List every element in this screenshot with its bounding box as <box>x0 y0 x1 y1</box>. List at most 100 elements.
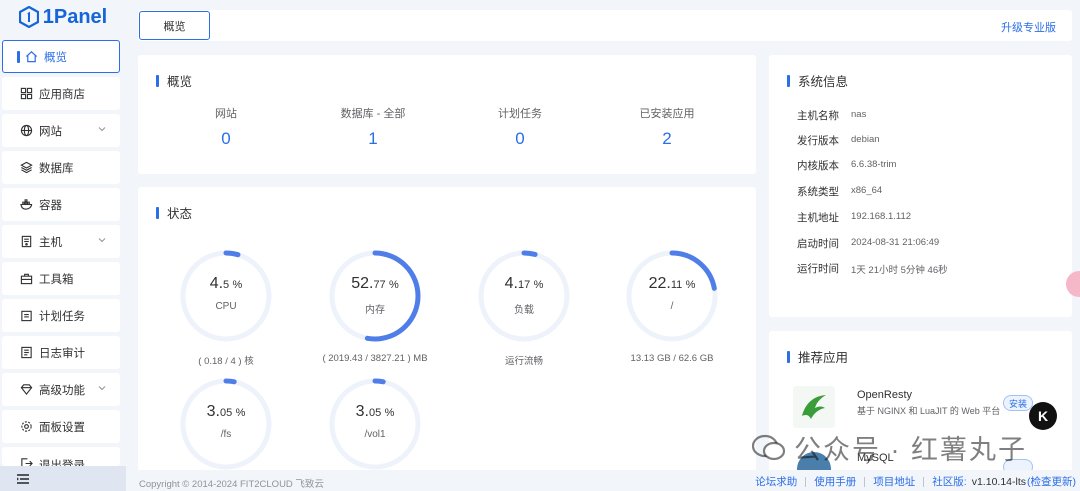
overview-websites[interactable]: 网站 0 <box>166 105 286 149</box>
sys-value: 192.168.1.112 <box>851 211 912 222</box>
overview-title-text: 概览 <box>167 75 193 89</box>
sidebar-item-label: 计划任务 <box>39 310 85 323</box>
gauge-ring <box>478 250 570 342</box>
sys-row-arch: 系统类型 x86_64 <box>797 184 882 199</box>
manual-link[interactable]: 使用手册 <box>806 474 864 489</box>
disk-root-gauge: 22.11 % / <box>624 248 720 344</box>
log-icon <box>21 346 32 359</box>
wechat-icon <box>752 434 786 460</box>
load-detail: 运行流畅 <box>504 356 543 367</box>
sys-key: 系统类型 <box>797 186 839 198</box>
upgrade-link[interactable]: 升级专业版 <box>1001 19 1056 35</box>
disk-root-detail: 13.13 GB / 62.6 GB <box>630 353 714 364</box>
logout-icon <box>21 458 33 466</box>
overview-label: 已安装应用 <box>639 108 695 120</box>
title-bar <box>156 74 159 87</box>
sidebar-item-logout[interactable]: 退出登录 <box>2 447 120 466</box>
sys-value: nas <box>851 109 867 120</box>
diamond-icon <box>20 384 33 396</box>
tab-overview[interactable]: 概览 <box>139 11 210 40</box>
brand-logo[interactable]: 1Panel <box>0 0 126 34</box>
community-edition-label: 社区版: <box>932 476 967 488</box>
chevron-down-icon <box>98 127 106 132</box>
gauge-label: /fs <box>220 429 232 440</box>
install-button[interactable]: 安装 <box>1003 395 1033 411</box>
gauge-value: 4.5 % <box>209 275 243 292</box>
gauge-track <box>180 378 272 470</box>
sys-row-hostname: 主机名称 nas <box>797 108 866 123</box>
sys-value: x86_64 <box>851 185 883 196</box>
system-info-card: 系统信息 主机名称 nas 发行版本 debian 内核版本 6.6.38-trim … <box>769 55 1072 317</box>
sidebar-item-label: 工具箱 <box>39 273 74 286</box>
overview-value[interactable]: 1 <box>313 129 433 149</box>
sidebar-item-advanced[interactable]: 高级功能 <box>2 373 120 406</box>
sidebar-item-label: 网站 <box>39 125 62 138</box>
sidebar-item-app-store[interactable]: 应用商店 <box>2 77 120 110</box>
overview-title: 概览 <box>156 71 192 90</box>
overview-value[interactable]: 2 <box>607 129 727 149</box>
gauge-ring <box>329 378 421 470</box>
sidebar-item-label: 高级功能 <box>39 384 85 397</box>
sidebar-item-database[interactable]: 数据库 <box>2 151 120 184</box>
sidebar-item-cron[interactable]: 计划任务 <box>2 299 120 332</box>
gauge-ring <box>626 250 718 342</box>
sidebar-item-label: 面板设置 <box>39 421 85 434</box>
overview-value[interactable]: 0 <box>460 129 580 149</box>
sidebar-item-host[interactable]: 主机 <box>2 225 120 258</box>
sys-key: 主机名称 <box>797 110 839 122</box>
sidebar-item-toolbox[interactable]: 工具箱 <box>2 262 120 295</box>
sidebar-item-settings[interactable]: 面板设置 <box>2 410 120 443</box>
app-description: 基于 NGINX 和 LuaJIT 的 Web 平台 <box>857 406 1001 416</box>
sys-key: 主机地址 <box>797 212 839 224</box>
menu-collapse-icon <box>17 473 29 484</box>
gauge-label: / <box>670 301 674 312</box>
toolbox-icon <box>20 273 33 285</box>
gauge-value: 52.77 % <box>351 275 399 292</box>
title-bar <box>156 206 159 219</box>
brand-name: 1Panel <box>42 5 108 28</box>
sidebar-item-label: 数据库 <box>39 162 74 175</box>
disk-vol1-gauge: 3.05 % /vol1 <box>327 376 423 472</box>
gauge-label: CPU <box>215 301 237 312</box>
sys-key: 启动时间 <box>797 238 839 250</box>
forum-link[interactable]: 论坛求助 <box>747 474 805 489</box>
overview-cron-tasks[interactable]: 计划任务 0 <box>460 105 580 149</box>
footer-links: 论坛求助 使用手册 项目地址 社区版: v1.10.14-lts (检查更新) <box>747 474 1076 489</box>
overview-databases[interactable]: 数据库 - 全部 1 <box>313 105 433 149</box>
system-info-title-text: 系统信息 <box>798 75 849 89</box>
system-info-title: 系统信息 <box>787 71 848 90</box>
footer: Copyright © 2014-2024 FIT2CLOUD 飞致云 论坛求助… <box>126 470 1080 491</box>
sys-value: 6.6.38-trim <box>851 159 897 170</box>
memory-detail: ( 2019.43 / 3827.21 ) MB <box>322 353 428 364</box>
status-title-text: 状态 <box>167 207 193 221</box>
project-link[interactable]: 项目地址 <box>865 474 923 489</box>
overview-label: 网站 <box>215 108 237 120</box>
sys-key: 发行版本 <box>797 135 839 147</box>
gauge-label: 内存 <box>365 305 385 316</box>
sys-row-address: 主机地址 192.168.1.112 <box>797 210 911 225</box>
watermark: 公众号 · 红薯丸子 <box>752 428 1027 467</box>
k-avatar-badge: K <box>1029 402 1057 430</box>
overview-card: 概览 网站 0 数据库 - 全部 1 计划任务 0 已安装应用 2 <box>138 55 756 174</box>
sidebar-item-container[interactable]: 容器 <box>2 188 120 221</box>
overview-installed-apps[interactable]: 已安装应用 2 <box>607 105 727 149</box>
logo-icon <box>18 6 39 28</box>
gauge-value: 22.11 % <box>648 275 696 292</box>
collapse-sidebar-button[interactable] <box>0 466 126 491</box>
sidebar-item-label: 日志审计 <box>39 347 85 360</box>
sidebar-item-logs[interactable]: 日志审计 <box>2 336 120 369</box>
chevron-down-icon <box>98 386 106 391</box>
disk-fs-gauge: 3.05 % /fs <box>178 376 274 472</box>
server-icon <box>21 235 32 248</box>
sidebar-item-website[interactable]: 网站 <box>2 114 120 147</box>
check-update-link[interactable]: (检查更新) <box>1026 474 1076 489</box>
copyright: Copyright © 2014-2024 FIT2CLOUD 飞致云 <box>139 479 324 490</box>
sidebar-item-label: 容器 <box>39 199 62 212</box>
title-bar <box>787 74 790 87</box>
gauge-ring <box>180 250 272 342</box>
grid-icon <box>20 87 33 100</box>
sidebar-item-overview[interactable]: 概览 <box>2 40 120 73</box>
gauge-track <box>180 250 272 342</box>
layers-icon <box>20 161 33 174</box>
overview-value[interactable]: 0 <box>166 129 286 149</box>
